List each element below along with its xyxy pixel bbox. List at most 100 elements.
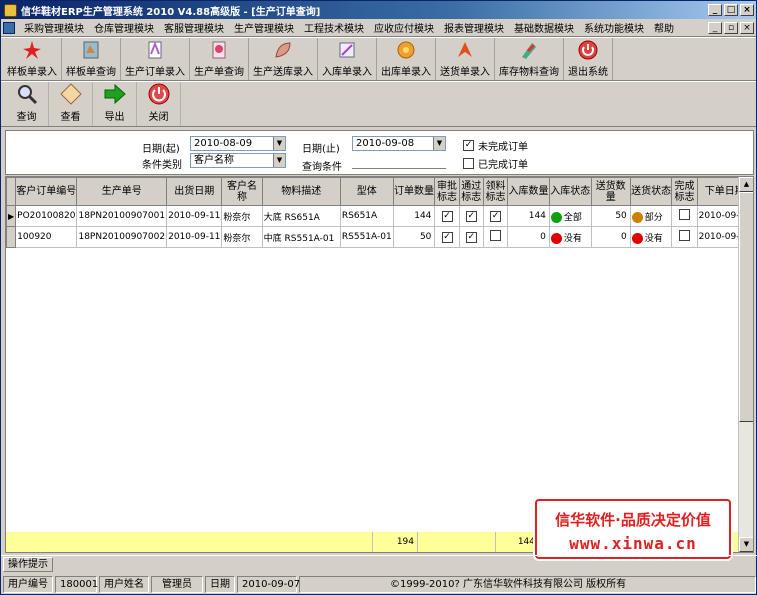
cell-in-qty[interactable]: 144 — [507, 205, 550, 227]
child-restore-button[interactable]: ▫ — [724, 22, 738, 34]
row-indicator-header — [6, 177, 17, 206]
cell-customer-order[interactable]: PO20100820 — [15, 205, 78, 227]
col-header[interactable]: 通过标志 — [458, 177, 484, 206]
sample-entry-button[interactable]: 样板单录入 — [3, 38, 62, 80]
col-header[interactable]: 型体 — [339, 177, 394, 206]
cell-material[interactable]: 中底 RS551A-01 — [261, 226, 341, 248]
cell-customer[interactable]: 粉奈尔 — [221, 205, 263, 227]
col-header[interactable]: 领料标志 — [482, 177, 509, 206]
menu-engineering[interactable]: 工程技术模块 — [299, 20, 369, 35]
table-row[interactable]: ▶ PO20100820 18PN20100907001 2010-09-11 … — [6, 205, 753, 227]
menu-receivable-payable[interactable]: 应收应付模块 — [369, 20, 439, 35]
menu-system[interactable]: 系统功能模块 — [579, 20, 649, 35]
date-from-picker[interactable]: 2010-08-09 ▼ — [190, 136, 286, 151]
delivery-entry-button[interactable]: 生产送库录入 — [249, 38, 318, 80]
cell-production-no[interactable]: 18PN20100907001 — [76, 205, 168, 227]
menu-warehouse[interactable]: 仓库管理模块 — [89, 20, 159, 35]
cell-pass-flag[interactable]: ✓ — [458, 205, 484, 227]
scroll-down-icon[interactable]: ▼ — [739, 537, 753, 552]
window-title: 信华鞋材ERP生产管理系统 2010 V4.88高级版 - [生产订单查询] — [21, 6, 321, 18]
hint-tab[interactable]: 操作提示 — [3, 557, 53, 572]
cell-done-flag[interactable] — [671, 226, 698, 248]
category-select[interactable]: 客户名称 ▼ — [190, 153, 286, 168]
cell-model[interactable]: RS551A-01 — [339, 226, 394, 248]
col-header[interactable]: 审批标志 — [434, 177, 460, 206]
col-header[interactable]: 客户订单编号 — [15, 177, 78, 206]
child-close-button[interactable]: × — [740, 22, 754, 34]
maximize-button[interactable]: □ — [724, 4, 738, 16]
minimize-button[interactable]: _ — [708, 4, 722, 16]
cell-pick-flag[interactable]: ✓ — [482, 205, 509, 227]
cell-customer-order[interactable]: 100920 — [15, 226, 78, 248]
user-no-value: 180001 — [55, 576, 98, 593]
col-header[interactable]: 订单数量 — [392, 177, 436, 206]
col-header[interactable]: 物料描述 — [261, 177, 341, 206]
col-header[interactable]: 送货数量 — [590, 177, 631, 206]
finished-orders-checkbox[interactable]: 已完成订单 — [463, 156, 528, 171]
production-query-button[interactable]: 生产单查询 — [190, 38, 249, 80]
export-button[interactable]: 导出 — [93, 82, 137, 126]
inventory-query-label: 库存物料查询 — [499, 67, 559, 78]
cell-in-qty[interactable]: 0 — [507, 226, 550, 248]
user-no-label: 用户编号 — [3, 576, 53, 593]
date-label: 日期 — [205, 576, 235, 593]
cell-ship-date[interactable]: 2010-09-11 — [166, 226, 223, 248]
cell-done-flag[interactable] — [671, 205, 698, 227]
scroll-up-icon[interactable]: ▲ — [739, 177, 753, 192]
cell-approve-flag[interactable]: ✓ — [434, 226, 460, 248]
cell-ship-qty[interactable]: 50 — [590, 205, 631, 227]
exit-system-button[interactable]: 退出系统 — [564, 38, 613, 80]
menu-help[interactable]: 帮助 — [649, 20, 679, 35]
cell-order-qty[interactable]: 144 — [392, 205, 436, 227]
cell-ship-qty[interactable]: 0 — [590, 226, 631, 248]
col-header[interactable]: 送货状态 — [629, 177, 673, 206]
cell-approve-flag[interactable]: ✓ — [434, 205, 460, 227]
date-to-picker[interactable]: 2010-09-08 ▼ — [352, 136, 446, 151]
shipment-entry-button[interactable]: 送货单录入 — [436, 38, 495, 80]
cell-order-qty[interactable]: 50 — [392, 226, 436, 248]
menu-customer-service[interactable]: 客服管理模块 — [159, 20, 229, 35]
rocket-icon — [453, 39, 477, 61]
col-header[interactable]: 生产单号 — [76, 177, 168, 206]
power-icon — [576, 39, 600, 61]
vertical-scrollbar[interactable]: ▲ ▼ — [738, 177, 753, 552]
child-minimize-button[interactable]: _ — [708, 22, 722, 34]
col-header[interactable]: 完成标志 — [671, 177, 698, 206]
cell-ship-date[interactable]: 2010-09-11 — [166, 205, 223, 227]
cell-production-no[interactable]: 18PN20100907002 — [76, 226, 168, 248]
close-button[interactable]: × — [740, 4, 754, 16]
in-status-text: 全部 — [563, 212, 582, 223]
cell-ship-status[interactable]: 部分 — [629, 205, 673, 227]
col-header[interactable]: 客户名称 — [221, 177, 263, 206]
cell-pass-flag[interactable]: ✓ — [458, 226, 484, 248]
unfinished-orders-checkbox[interactable]: ✓ 未完成订单 — [463, 138, 528, 153]
cell-pick-flag[interactable] — [482, 226, 509, 248]
document-menu-icon[interactable] — [3, 21, 15, 34]
scroll-thumb[interactable] — [739, 192, 753, 422]
cell-ship-status[interactable]: 没有 — [629, 226, 673, 248]
sample-query-button[interactable]: 样板单查询 — [62, 38, 121, 80]
stock-in-entry-button[interactable]: 入库单录入 — [318, 38, 377, 80]
cell-material[interactable]: 大底 RS651A — [261, 205, 341, 227]
app-window: 信华鞋材ERP生产管理系统 2010 V4.88高级版 - [生产订单查询] _… — [0, 0, 757, 595]
query-button[interactable]: 查询 — [5, 82, 49, 126]
query-condition-input[interactable] — [352, 155, 446, 169]
menu-purchase[interactable]: 采购管理模块 — [19, 20, 89, 35]
col-header[interactable]: 出货日期 — [166, 177, 223, 206]
checkbox-unchecked-icon — [679, 209, 691, 220]
cell-model[interactable]: RS651A — [339, 205, 394, 227]
cell-in-status[interactable]: 全部 — [548, 205, 592, 227]
close-window-button[interactable]: 关闭 — [137, 82, 181, 126]
menu-basic-data[interactable]: 基础数据模块 — [509, 20, 579, 35]
cell-in-status[interactable]: 没有 — [548, 226, 592, 248]
menu-production[interactable]: 生产管理模块 — [229, 20, 299, 35]
inventory-query-button[interactable]: 库存物料查询 — [495, 38, 564, 80]
col-header[interactable]: 入库数量 — [507, 177, 550, 206]
order-entry-button[interactable]: 生产订单录入 — [121, 38, 190, 80]
menu-reports[interactable]: 报表管理模块 — [439, 20, 509, 35]
stock-out-entry-button[interactable]: 出库单录入 — [377, 38, 436, 80]
cell-customer[interactable]: 粉奈尔 — [221, 226, 263, 248]
view-button[interactable]: 查看 — [49, 82, 93, 126]
col-header[interactable]: 入库状态 — [548, 177, 592, 206]
table-row[interactable]: 100920 18PN20100907002 2010-09-11 粉奈尔 中底… — [6, 226, 753, 248]
